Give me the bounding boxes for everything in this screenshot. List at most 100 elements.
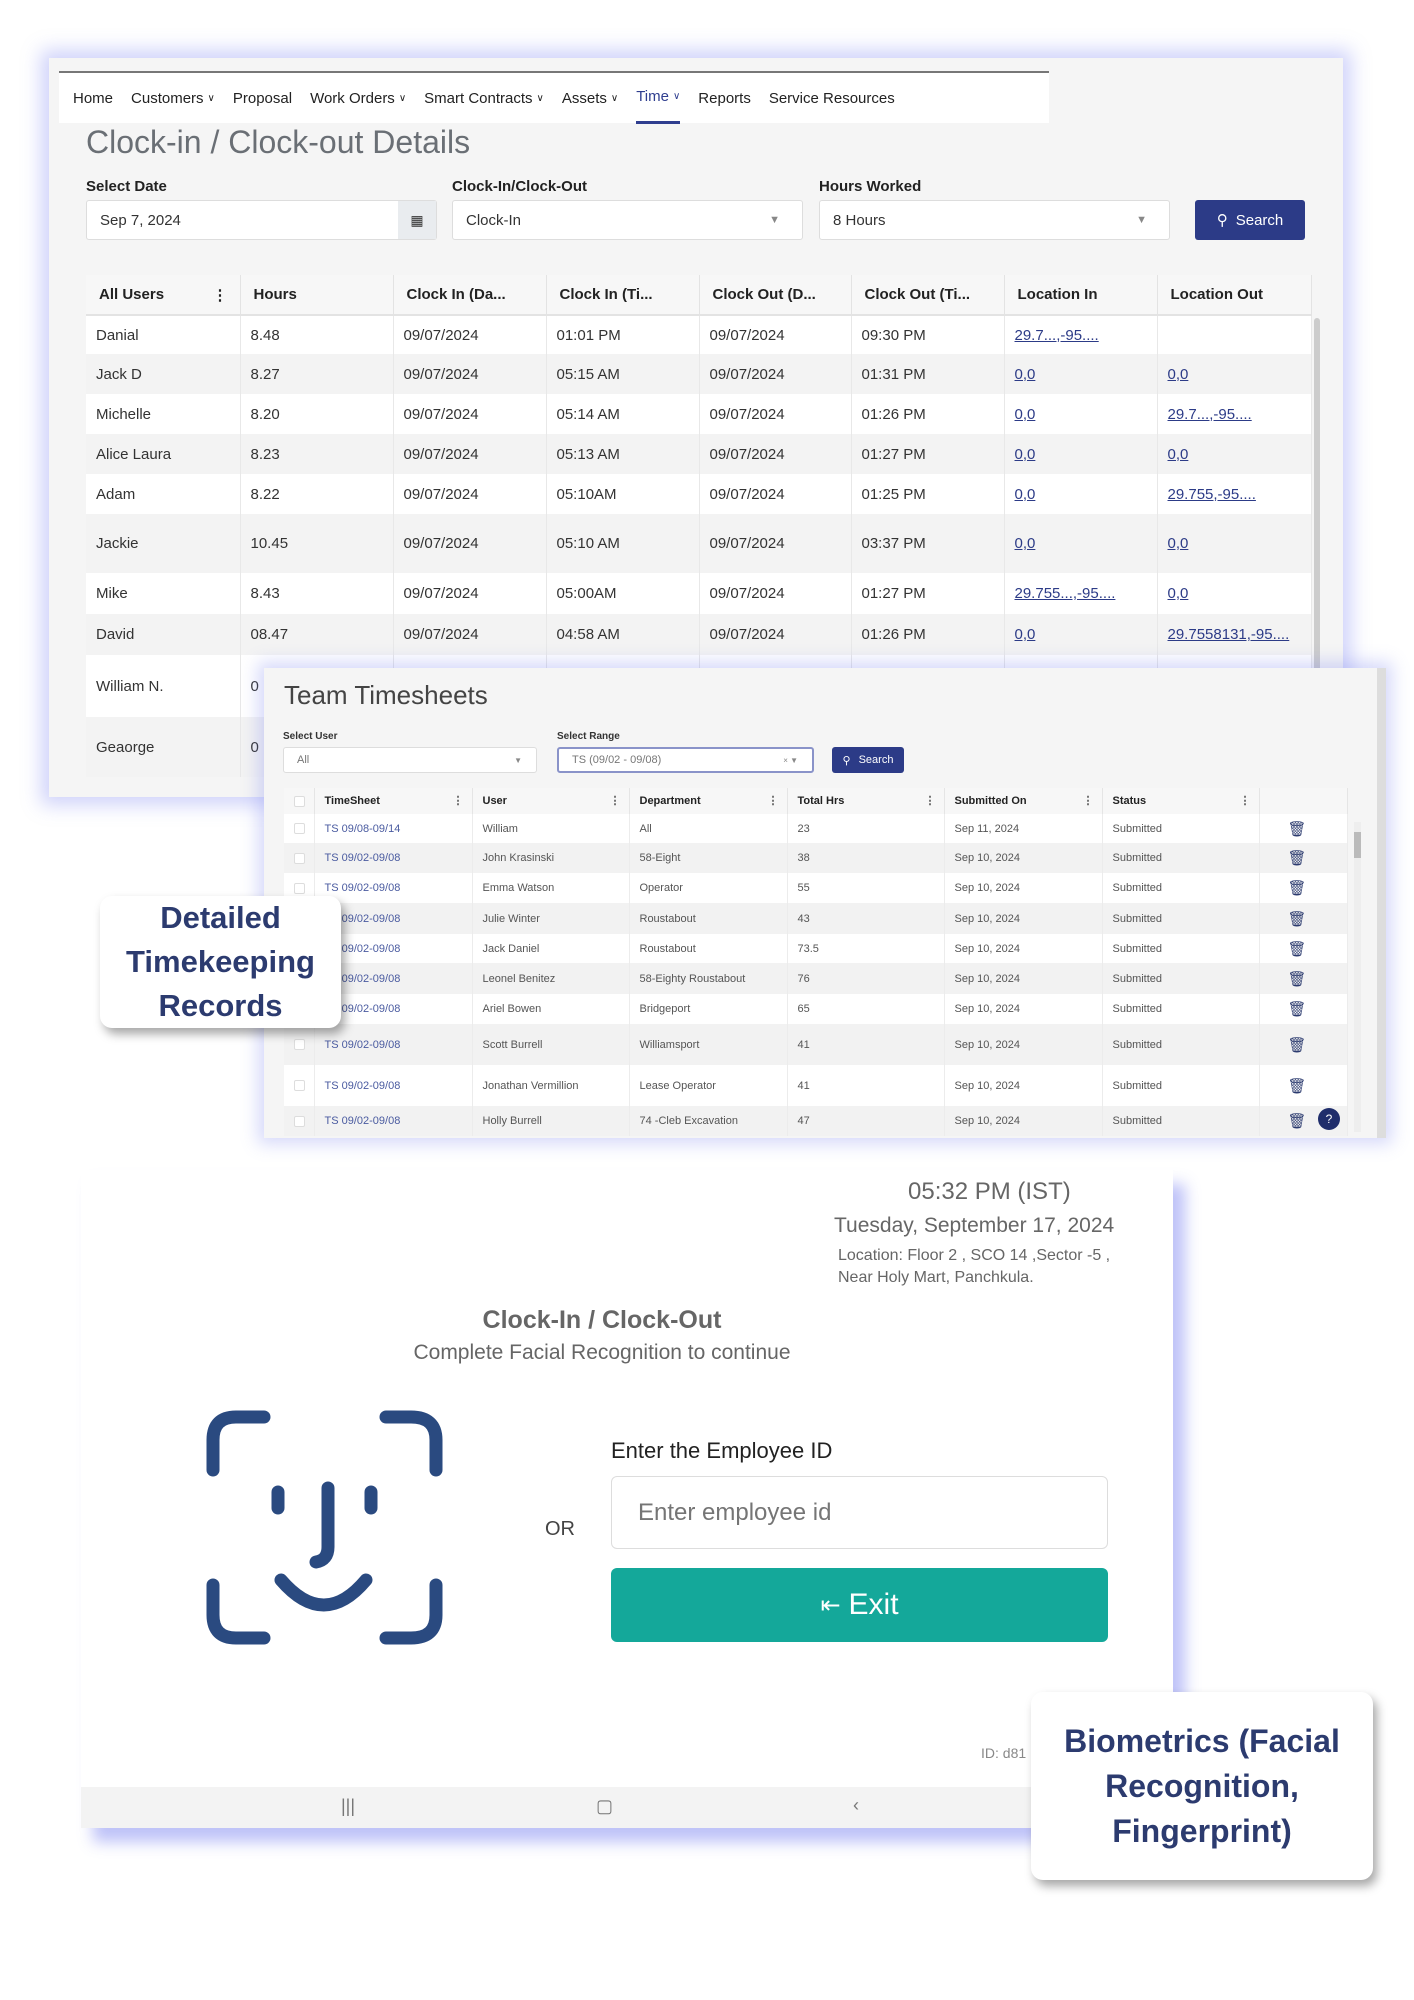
back-icon[interactable]: ‹ (853, 1795, 859, 1816)
timesheet-row[interactable]: TS 09/02-09/08 Leonel Benitez 58-Eighty Ro… (284, 963, 1348, 994)
trash-icon[interactable]: 🗑 (1288, 880, 1307, 897)
kebab-menu-icon[interactable]: ⋮ (1083, 794, 1094, 807)
exit-button[interactable]: ⇤ Exit (611, 1568, 1108, 1642)
timesheet-row[interactable]: TS 09/02-09/08 Jonathan Vermillion Lease O… (284, 1065, 1348, 1106)
nav-item-smart-contracts[interactable]: Smart Contracts ∨ (424, 72, 544, 124)
trash-icon[interactable]: 🗑 (1288, 1078, 1307, 1095)
range-select[interactable]: TS (09/02 - 09/08) × ▼ (557, 747, 814, 773)
clear-caret-icon[interactable]: × ▼ (783, 756, 798, 765)
table-row[interactable]: David 08.47 09/07/2024 04:58 AM 09/07/2024 01… (86, 614, 1312, 655)
location-link[interactable]: 0,0 (1015, 486, 1036, 503)
face-id-icon[interactable] (206, 1410, 443, 1645)
column-header[interactable]: Status ⋮ (1102, 788, 1260, 814)
table-row[interactable]: Jack D 8.27 09/07/2024 05:15 AM 09/07/2024 01… (86, 354, 1312, 394)
row-checkbox[interactable] (294, 823, 305, 834)
row-checkbox[interactable] (294, 882, 305, 894)
location-link[interactable]: 0,0 (1015, 626, 1036, 643)
timesheet-row[interactable]: TS 09/02-09/08 Holly Burrell 74 -Cleb Exca… (284, 1106, 1348, 1136)
checkbox-cell[interactable] (284, 1024, 315, 1065)
user-select[interactable]: All ▼ (283, 747, 537, 773)
location-link[interactable]: 29.7558131,-95.... (1168, 626, 1290, 643)
location-link[interactable]: 29.755,-95.... (1168, 486, 1256, 503)
trash-icon[interactable]: 🗑 (1288, 1113, 1307, 1130)
table-row[interactable]: Danial 8.48 09/07/2024 01:01 PM 09/07/2024 09… (86, 315, 1312, 354)
recent-apps-icon[interactable]: ||| (341, 1796, 355, 1817)
column-header[interactable]: Department ⋮ (629, 788, 788, 814)
help-icon[interactable]: ? (1318, 1108, 1340, 1130)
clock-type-select[interactable]: Clock-In ▼ (452, 200, 803, 240)
timesheet-row[interactable]: TS 09/08-09/14 William All 23 Sep 11, 2024 Su… (284, 814, 1348, 843)
timesheet-link[interactable]: TS 09/02-09/08 (325, 1039, 401, 1051)
table-row[interactable]: Adam 8.22 09/07/2024 05:10AM 09/07/2024 01:25… (86, 474, 1312, 514)
location-link[interactable]: 29.755...,-95.... (1015, 585, 1116, 602)
home-icon[interactable]: ▢ (596, 1796, 613, 1817)
nav-item-home[interactable]: Home (73, 72, 113, 124)
row-checkbox[interactable] (294, 1115, 305, 1127)
timesheet-row[interactable]: TS 09/02-09/08 Julie Winter Roustabout 43 Se… (284, 903, 1348, 934)
location-link[interactable]: 0,0 (1168, 366, 1189, 383)
column-header[interactable]: Submitted On ⋮ (944, 788, 1103, 814)
column-header[interactable]: TimeSheet ⋮ (314, 788, 473, 814)
column-header[interactable]: Total Hrs ⋮ (787, 788, 945, 814)
nav-item-reports[interactable]: Reports (698, 72, 751, 124)
calendar-icon[interactable]: ▦ (398, 201, 436, 239)
timesheet-row[interactable]: TS 09/02-09/08 Jack Daniel Roustabout 73.5 S… (284, 934, 1348, 963)
trash-icon[interactable]: 🗑 (1288, 850, 1307, 867)
table-row[interactable]: Mike 8.43 09/07/2024 05:00AM 09/07/2024 01:27… (86, 573, 1312, 614)
location-link[interactable]: 0,0 (1168, 446, 1189, 463)
kebab-menu-icon[interactable]: ⋮ (1240, 794, 1251, 807)
timesheet-row[interactable]: TS 09/02-09/08 Scott Burrell Williamsport 4… (284, 1024, 1348, 1065)
location-link[interactable]: 29.7...,-95.... (1015, 327, 1099, 344)
timesheet-link[interactable]: TS 09/02-09/08 (325, 1080, 401, 1092)
timesheet-link[interactable]: TS 09/02-09/08 (325, 882, 401, 894)
timesheet-row[interactable]: TS 09/02-09/08 John Krasinski 58-Eight 38 Se… (284, 843, 1348, 873)
trash-icon[interactable]: 🗑 (1288, 1001, 1307, 1018)
nav-item-assets[interactable]: Assets ∨ (562, 72, 618, 124)
column-header[interactable]: Clock Out (D... (699, 275, 852, 316)
timesheet-link[interactable]: TS 09/02-09/08 (325, 1115, 401, 1127)
row-checkbox[interactable] (294, 1080, 305, 1091)
kebab-menu-icon[interactable]: ⋮ (453, 794, 464, 807)
column-header[interactable]: User ⋮ (472, 788, 630, 814)
trash-icon[interactable]: 🗑 (1288, 1037, 1307, 1054)
nav-item-customers[interactable]: Customers ∨ (131, 72, 215, 124)
kebab-menu-icon[interactable]: ⋮ (925, 794, 936, 807)
kebab-menu-icon[interactable]: ⋮ (768, 794, 779, 807)
employee-id-input[interactable] (611, 1476, 1108, 1549)
nav-item-service-resources[interactable]: Service Resources (769, 72, 895, 124)
select-all-header[interactable] (284, 788, 315, 814)
checkbox-cell[interactable] (284, 843, 315, 873)
location-link[interactable]: 0,0 (1015, 535, 1036, 552)
table-row[interactable]: Jackie 10.45 09/07/2024 05:10 AM 09/07/2024 0… (86, 514, 1312, 573)
team-search-button[interactable]: ⚲ Search (832, 747, 904, 773)
column-header[interactable]: Hours (240, 275, 394, 316)
timesheet-link[interactable]: TS 09/08-09/14 (325, 823, 401, 835)
trash-icon[interactable]: 🗑 (1288, 911, 1307, 928)
location-link[interactable]: 0,0 (1015, 366, 1036, 383)
select-all-checkbox[interactable] (294, 795, 305, 807)
column-header[interactable]: Clock Out (Ti... (851, 275, 1005, 316)
row-checkbox[interactable] (294, 852, 305, 864)
column-header[interactable]: Location Out (1157, 275, 1312, 316)
table-row[interactable]: Michelle 8.20 09/07/2024 05:14 AM 09/07/2024… (86, 394, 1312, 434)
kebab-menu-icon[interactable]: ⋮ (213, 286, 228, 304)
timesheets-scrollbar[interactable] (1354, 822, 1361, 1132)
trash-icon[interactable]: 🗑 (1288, 941, 1307, 958)
column-header[interactable]: Clock In (Ti... (546, 275, 700, 316)
timesheet-row[interactable]: TS 09/02-09/08 Emma Watson Operator 55 Sep 1… (284, 873, 1348, 903)
hours-worked-select[interactable]: 8 Hours ▼ (819, 200, 1170, 240)
checkbox-cell[interactable] (284, 1106, 315, 1136)
column-header[interactable]: Location In (1004, 275, 1158, 316)
panel-scrollbar[interactable] (1377, 668, 1386, 1138)
location-link[interactable]: 0,0 (1015, 446, 1036, 463)
trash-icon[interactable]: 🗑 (1288, 821, 1307, 838)
location-link[interactable]: 29.7...,-95.... (1168, 406, 1252, 423)
search-button[interactable]: ⚲ Search (1195, 200, 1305, 240)
nav-item-proposal[interactable]: Proposal (233, 72, 292, 124)
timesheet-link[interactable]: TS 09/02-09/08 (325, 852, 401, 864)
column-header[interactable]: All Users ⋮ (86, 275, 241, 316)
nav-item-work-orders[interactable]: Work Orders ∨ (310, 72, 406, 124)
kebab-menu-icon[interactable]: ⋮ (610, 794, 621, 807)
checkbox-cell[interactable] (284, 1065, 315, 1106)
date-input[interactable]: Sep 7, 2024 ▦ (86, 200, 437, 240)
